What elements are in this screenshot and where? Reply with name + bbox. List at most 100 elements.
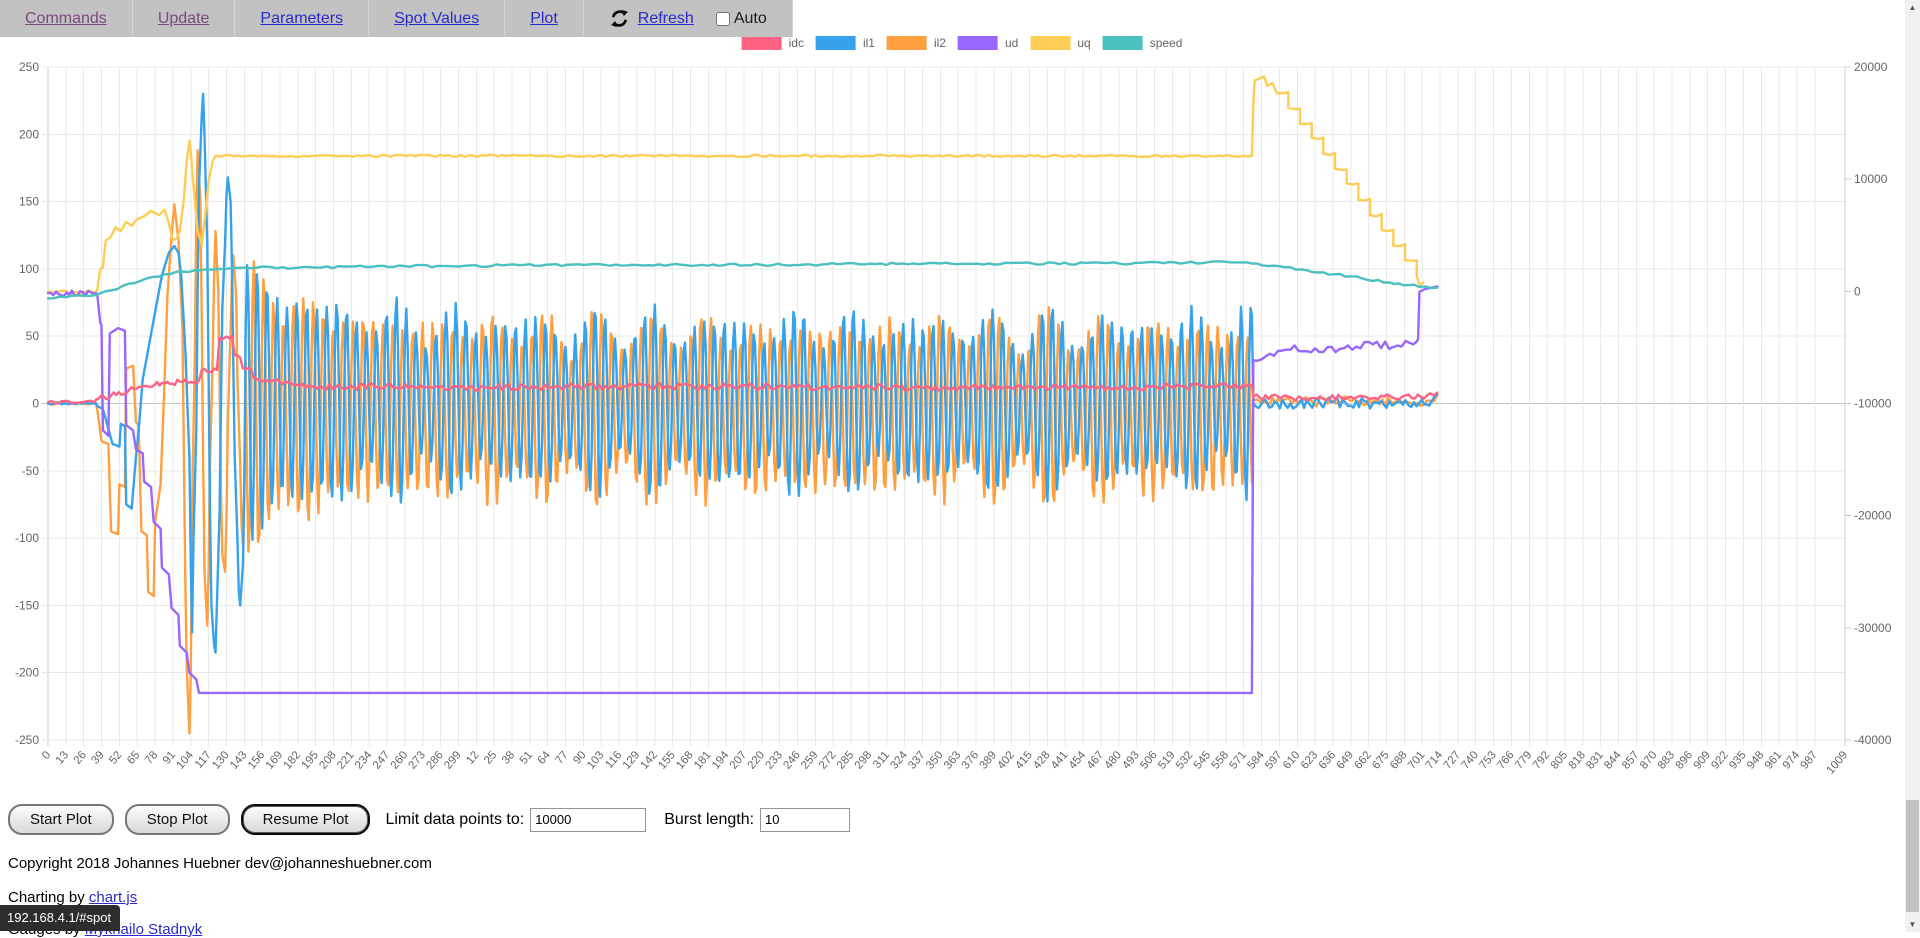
svg-text:208: 208 <box>317 749 339 771</box>
svg-text:753: 753 <box>1477 749 1499 771</box>
svg-text:870: 870 <box>1638 749 1660 771</box>
svg-text:100: 100 <box>19 262 39 276</box>
scrollbar-up-icon[interactable]: ▲ <box>1905 0 1920 15</box>
svg-text:200: 200 <box>19 127 39 141</box>
svg-text:51: 51 <box>518 749 535 767</box>
svg-text:779: 779 <box>1513 749 1535 771</box>
scrollbar-down-icon[interactable]: ▼ <box>1905 917 1920 932</box>
svg-text:129: 129 <box>621 749 643 771</box>
svg-text:818: 818 <box>1567 749 1589 771</box>
legend-swatch-ud <box>958 36 998 50</box>
svg-text:20000: 20000 <box>1854 60 1888 74</box>
nav-link-parameters[interactable]: Parameters <box>260 10 343 28</box>
svg-text:168: 168 <box>674 749 696 771</box>
svg-text:324: 324 <box>888 749 910 772</box>
svg-text:13: 13 <box>54 749 71 767</box>
svg-text:675: 675 <box>1370 749 1392 771</box>
legend-item-idc[interactable]: idc <box>742 36 804 50</box>
nav-link-plot[interactable]: Plot <box>530 10 558 28</box>
chartjs-link[interactable]: chart.js <box>89 889 137 906</box>
svg-text:740: 740 <box>1459 749 1481 771</box>
resume-plot-button[interactable]: Resume Plot <box>241 804 371 835</box>
svg-text:610: 610 <box>1281 749 1303 771</box>
svg-text:688: 688 <box>1388 749 1410 771</box>
copyright-text: Copyright 2018 Johannes Huebner dev@joha… <box>8 855 432 872</box>
svg-text:896: 896 <box>1674 749 1696 771</box>
svg-text:250: 250 <box>19 60 39 74</box>
svg-text:233: 233 <box>763 749 785 771</box>
svg-text:428: 428 <box>1031 749 1053 771</box>
browser-status-tooltip: 192.168.4.1/#spot <box>0 905 120 931</box>
svg-text:714: 714 <box>1424 749 1446 772</box>
svg-text:363: 363 <box>942 749 964 771</box>
charting-by-line: Charting by chart.js <box>8 889 137 906</box>
legend-label-il2: il2 <box>934 36 946 50</box>
svg-text:104: 104 <box>175 749 197 772</box>
scrollbar-thumb[interactable] <box>1906 800 1919 912</box>
svg-text:25: 25 <box>482 749 499 767</box>
nav-link-update[interactable]: Update <box>158 10 210 28</box>
refresh-icon[interactable] <box>609 8 630 29</box>
limit-label: Limit data points to: <box>385 811 524 829</box>
nav-refresh-link[interactable]: Refresh <box>638 10 694 28</box>
nav-link-spot-values[interactable]: Spot Values <box>394 10 479 28</box>
scrollbar-track[interactable]: ▲ ▼ <box>1905 0 1920 932</box>
legend-swatch-il2 <box>887 36 927 50</box>
svg-text:10000: 10000 <box>1854 172 1888 186</box>
auto-label: Auto <box>734 10 767 28</box>
svg-text:922: 922 <box>1709 749 1731 771</box>
svg-text:831: 831 <box>1584 749 1606 771</box>
legend-item-speed[interactable]: speed <box>1103 36 1183 50</box>
svg-text:150: 150 <box>19 195 39 209</box>
nav-cell-commands: Commands <box>0 0 133 37</box>
nav-cell-plot: Plot <box>505 0 584 37</box>
svg-text:636: 636 <box>1317 749 1339 771</box>
svg-text:181: 181 <box>692 749 714 771</box>
svg-text:234: 234 <box>353 749 375 772</box>
svg-text:182: 182 <box>282 749 304 771</box>
legend-item-il2[interactable]: il2 <box>887 36 946 50</box>
burst-input[interactable] <box>760 808 850 832</box>
limit-input[interactable] <box>530 808 646 832</box>
start-plot-button[interactable]: Start Plot <box>8 804 114 835</box>
svg-text:545: 545 <box>1192 749 1214 771</box>
svg-text:571: 571 <box>1227 749 1249 771</box>
nav-cell-spot-values: Spot Values <box>369 0 505 37</box>
svg-text:389: 389 <box>978 749 1000 771</box>
svg-text:454: 454 <box>1067 749 1089 772</box>
series-line-il2 <box>48 151 1437 734</box>
nav-cell-update: Update <box>133 0 236 37</box>
svg-text:65: 65 <box>125 749 142 767</box>
svg-text:467: 467 <box>1085 749 1107 771</box>
svg-text:116: 116 <box>603 749 624 771</box>
svg-text:286: 286 <box>424 749 446 771</box>
legend-swatch-il1 <box>816 36 856 50</box>
auto-checkbox[interactable] <box>716 12 730 26</box>
svg-text:207: 207 <box>728 749 750 771</box>
legend-item-uq[interactable]: uq <box>1030 36 1090 50</box>
svg-text:506: 506 <box>1138 749 1160 771</box>
chart-series <box>48 76 1437 733</box>
legend-label-speed: speed <box>1150 36 1183 50</box>
nav-link-commands[interactable]: Commands <box>25 10 107 28</box>
svg-text:299: 299 <box>442 749 464 771</box>
svg-text:52: 52 <box>107 749 124 767</box>
svg-text:298: 298 <box>853 749 875 771</box>
svg-text:285: 285 <box>835 749 857 771</box>
svg-text:-20000: -20000 <box>1854 509 1892 523</box>
svg-text:-200: -200 <box>15 666 39 680</box>
svg-text:77: 77 <box>553 749 570 767</box>
svg-text:1009: 1009 <box>1825 749 1851 776</box>
svg-text:948: 948 <box>1745 749 1767 771</box>
legend-item-ud[interactable]: ud <box>958 36 1018 50</box>
svg-text:143: 143 <box>228 749 250 771</box>
stop-plot-button[interactable]: Stop Plot <box>125 804 230 835</box>
legend-item-il1[interactable]: il1 <box>816 36 875 50</box>
svg-text:39: 39 <box>89 749 106 767</box>
svg-text:987: 987 <box>1799 749 1821 771</box>
svg-text:-10000: -10000 <box>1854 397 1892 411</box>
burst-label: Burst length: <box>664 811 754 829</box>
svg-text:337: 337 <box>906 749 928 771</box>
plot-chart[interactable]: 250200150100500-50-100-150-200-250200001… <box>8 44 1900 796</box>
svg-text:12: 12 <box>464 749 481 767</box>
